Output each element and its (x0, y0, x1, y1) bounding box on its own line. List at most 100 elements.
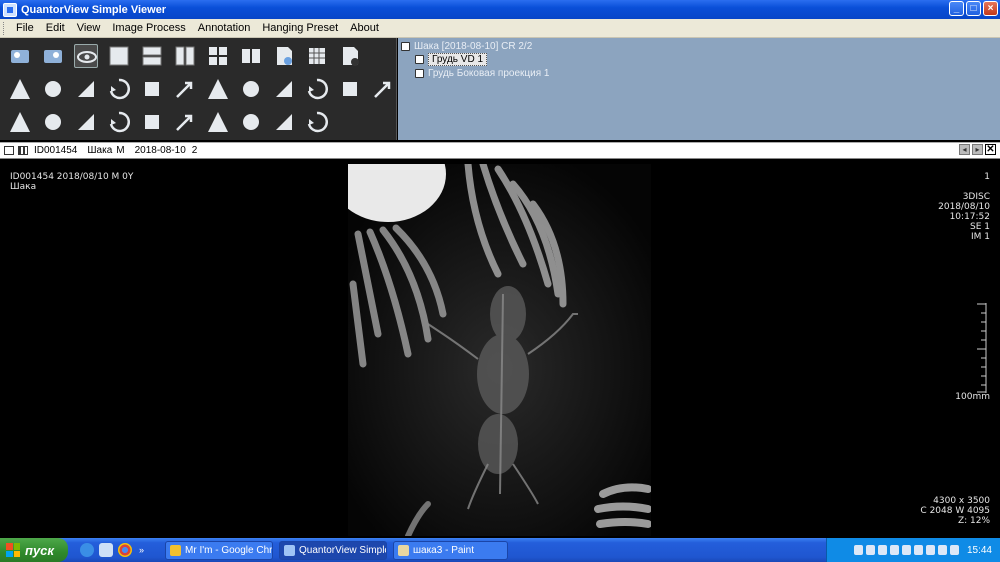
maximize-button[interactable]: □ (966, 1, 981, 16)
rotate-90-right-icon[interactable] (173, 110, 197, 134)
image-viewport[interactable]: ID001454 2018/08/10 M 0Y Шака 1 3DISC 20… (0, 160, 1000, 538)
menu-annotation[interactable]: Annotation (192, 22, 257, 34)
xray-image[interactable] (348, 164, 651, 536)
patient-icon[interactable] (41, 44, 65, 68)
tree-item-series-1[interactable]: Грудь VD 1 (415, 53, 488, 66)
layout-2x2-icon[interactable] (206, 44, 230, 68)
viewer-nav: ◂ ▸ ✕ (959, 144, 996, 155)
menu-about[interactable]: About (344, 22, 385, 34)
layout-2rows-icon-glyph (142, 46, 162, 66)
rotate-90-left-icon[interactable] (140, 110, 164, 134)
ellipse-roi-icon-glyph (208, 79, 228, 99)
show-desktop-icon[interactable] (99, 543, 113, 557)
pointer-arrow-icon-glyph (307, 78, 329, 100)
rotate-icon[interactable] (371, 77, 395, 101)
minimize-button[interactable]: _ (949, 1, 964, 16)
paint-task-icon (398, 545, 409, 556)
text-annotation-icon-glyph (145, 82, 159, 96)
eye-view-icon[interactable] (74, 44, 98, 68)
tree-item-label: Грудь VD 1 (428, 53, 488, 66)
magnify-icon[interactable] (206, 110, 230, 134)
overlay-top-left: ID001454 2018/08/10 M 0Y Шака (10, 172, 133, 192)
menu-view[interactable]: View (71, 22, 107, 34)
lungs-icon[interactable] (8, 77, 32, 101)
window-level-icon[interactable] (41, 77, 65, 101)
layout-2rows-icon[interactable] (140, 44, 164, 68)
lungs-icon-glyph (10, 79, 30, 99)
next-button[interactable]: ▸ (972, 144, 983, 155)
ie-icon[interactable] (80, 543, 94, 557)
compare-series-icon[interactable] (239, 44, 263, 68)
task-chrome[interactable]: Mr I'm - Google Chrome (165, 541, 273, 560)
series-icon (415, 55, 424, 64)
menu-image-process[interactable]: Image Process (106, 22, 191, 34)
task-quantorview[interactable]: QuantorView Simple V... (279, 541, 387, 560)
study-icon (401, 42, 410, 51)
exit-icon[interactable] (305, 110, 329, 134)
open-study-icon[interactable] (8, 44, 32, 68)
tree-item-series-2[interactable]: Грудь Боковая проекция 1 (415, 67, 549, 80)
polygon-roi-icon[interactable] (272, 77, 296, 101)
close-button[interactable]: × (983, 1, 998, 16)
overlay-top-right: 1 3DISC 2018/08/10 10:17:52 SE 1 IM 1 (938, 172, 990, 242)
battery-icon[interactable] (925, 545, 935, 555)
scale-ruler (977, 303, 987, 393)
flip-horizontal-icon[interactable] (107, 110, 131, 134)
close-viewer-button[interactable]: ✕ (985, 144, 996, 155)
rectangle-roi-icon[interactable] (173, 77, 197, 101)
quick-launch-more[interactable]: » (139, 545, 144, 555)
ellipse-roi-icon[interactable] (206, 77, 230, 101)
layout-2cols-icon-glyph (175, 46, 195, 66)
brightness-icon-glyph (45, 114, 61, 130)
layout-1x1-icon[interactable] (107, 44, 131, 68)
brightness-icon[interactable] (41, 110, 65, 134)
task-paint[interactable]: шака3 - Paint (393, 541, 508, 560)
measure-icon-glyph (243, 114, 259, 130)
pointer-arrow-icon[interactable] (305, 77, 329, 101)
menu-file[interactable]: File (10, 22, 40, 34)
arrow-annotation-icon[interactable] (239, 77, 263, 101)
cine-play-icon[interactable] (272, 44, 296, 68)
info-page-icon[interactable] (338, 44, 362, 68)
patient-icon-glyph (44, 50, 62, 63)
rotate-90-right-icon-glyph (176, 114, 193, 131)
tree-root-study[interactable]: Шака [2018-08-10] CR 2/2 (401, 40, 532, 53)
layout-2cols-icon[interactable] (173, 44, 197, 68)
flip-vertical-icon[interactable] (74, 110, 98, 134)
patient-name: Шака (87, 145, 113, 156)
viewer-layout-icon[interactable] (4, 146, 14, 155)
antivirus-icon[interactable] (877, 545, 887, 555)
rotate-all-icon[interactable] (338, 77, 362, 101)
eye-pointer-icon[interactable] (272, 110, 296, 134)
chrome-icon[interactable] (118, 543, 132, 557)
taskbar: пуск » Mr I'm - Google Chrome QuantorVie… (0, 538, 1000, 562)
measure-icon[interactable] (239, 110, 263, 134)
start-button[interactable]: пуск (0, 538, 68, 562)
usb-icon[interactable] (889, 545, 899, 555)
network-icon[interactable] (853, 545, 863, 555)
compare-series-icon-glyph (242, 49, 260, 63)
display-icon[interactable] (937, 545, 947, 555)
arrow-annotation-icon-glyph (243, 81, 259, 97)
volume-icon[interactable] (865, 545, 875, 555)
viewer-stack-icon[interactable] (18, 146, 28, 155)
overlay-series: SE 1 (970, 222, 990, 232)
system-tray: 15:44 (826, 538, 1000, 562)
update-icon[interactable] (913, 545, 923, 555)
rotate-90-left-icon-glyph (145, 115, 159, 129)
shutter-icon[interactable] (107, 77, 131, 101)
text-annotation-icon[interactable] (140, 77, 164, 101)
brightness-all-icon[interactable] (8, 110, 32, 134)
overlay-patient-name: Шака (10, 182, 37, 192)
overlay-bottom-right: 4300 x 3500 C 2048 W 4095 Z: 12% (920, 496, 990, 526)
printer-icon[interactable] (949, 545, 959, 555)
exit-icon-glyph (307, 111, 329, 133)
grid-layout-icon[interactable] (305, 44, 329, 68)
clock[interactable]: 15:44 (967, 545, 992, 556)
angle-icon[interactable] (74, 77, 98, 101)
menu-hanging-preset[interactable]: Hanging Preset (256, 22, 344, 34)
eye-pointer-icon-glyph (276, 114, 292, 130)
menu-edit[interactable]: Edit (40, 22, 71, 34)
security-icon[interactable] (901, 545, 911, 555)
prev-button[interactable]: ◂ (959, 144, 970, 155)
